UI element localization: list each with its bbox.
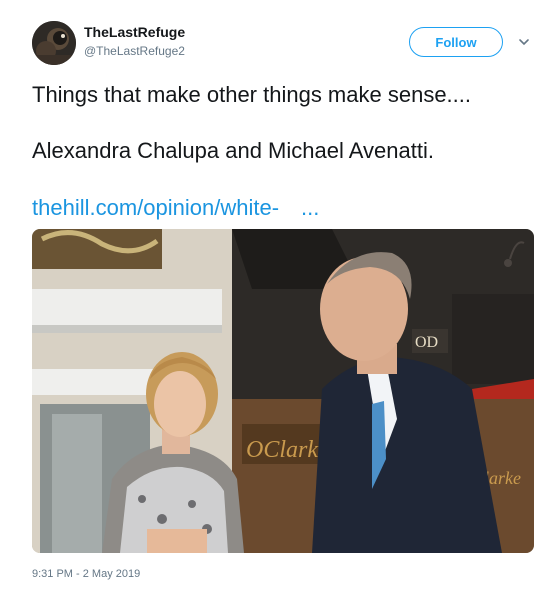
user-name[interactable]: TheLastRefuge (84, 24, 185, 40)
user-handle[interactable]: @TheLastRefuge2 (84, 44, 185, 58)
avatar[interactable] (32, 21, 76, 65)
tweet-link[interactable]: thehill.com/opinion/white-... (32, 195, 319, 221)
storefront-sign-upper: OD (415, 334, 438, 351)
storefront-sign-script: OClarke (246, 437, 329, 463)
tweet-text-line-1: Things that make other things make sense… (32, 82, 472, 107)
follow-button[interactable]: Follow (409, 27, 503, 57)
tweet-timestamp[interactable]: 9:31 PM - 2 May 2019 (32, 568, 140, 580)
tweet-link-ellipsis: ... (301, 195, 320, 220)
chevron-down-icon[interactable] (517, 35, 531, 49)
avatar-image (32, 21, 76, 65)
tweet-text-line-2: Alexandra Chalupa and Michael Avenatti. (32, 138, 434, 163)
tweet-photo[interactable]: OD OClarke larke (32, 229, 534, 553)
tweet-link-text: thehill.com/opinion/white- (32, 195, 280, 220)
photo-illustration: OD OClarke larke (32, 229, 534, 553)
